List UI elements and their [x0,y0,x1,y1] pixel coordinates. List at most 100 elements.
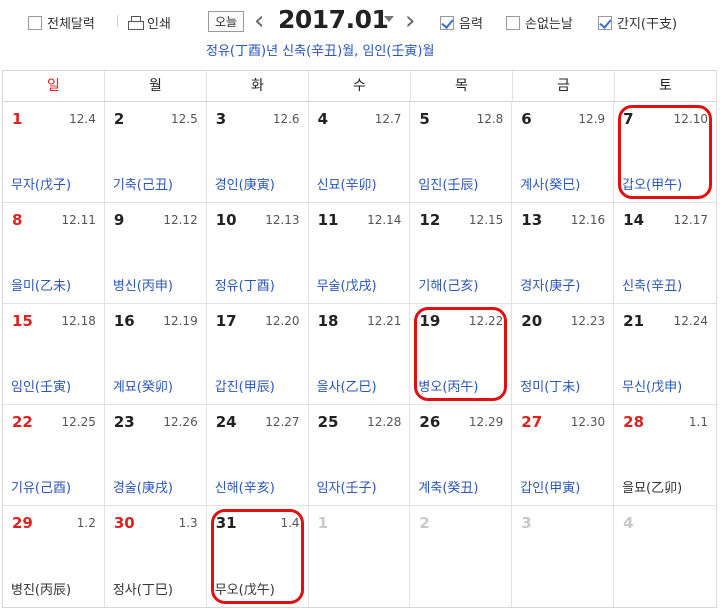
day-cell[interactable]: 22 12.25 기유(己酉) [3,405,105,506]
weekday-header: 일 월 화 수 목 금 토 [3,71,716,102]
full-month-checkbox[interactable] [28,15,42,30]
day-cell[interactable]: 4 12.7 신묘(辛卯) [308,102,411,203]
day-cell[interactable]: 5 12.8 임진(壬辰) [410,102,513,203]
today-button[interactable]: 오늘 [208,11,244,32]
day-number: 13 [521,211,543,229]
day-cell[interactable]: 2 12.5 기축(己丑) [104,102,207,203]
day-cell[interactable]: 3 [512,506,615,607]
day-number: 24 [215,413,237,431]
lunar-date: 12.17 [673,213,708,227]
day-ganzhi: 신해(辛亥) [214,481,275,496]
day-number: 3 [215,110,227,128]
day-ganzhi: 무신(戊申) [622,380,683,395]
day-ganzhi: 무자(戊子) [11,178,72,193]
day-number: 31 [215,514,237,532]
lunar-date: 12.29 [468,415,504,429]
day-cell[interactable]: 12 12.15 기해(己亥) [410,203,513,304]
day-ganzhi: 갑오(甲午) [622,178,683,193]
day-number: 6 [521,110,532,128]
day-ganzhi: 경술(庚戌) [112,481,173,496]
day-cell[interactable]: 13 12.16 경자(庚子) [512,203,615,304]
no-bad-day-checkbox[interactable] [506,15,520,30]
day-cell[interactable]: 21 12.24 무신(戊申) [614,304,716,405]
day-ganzhi: 임인(壬寅) [11,380,72,395]
full-month-label: 전체달력 [47,17,95,32]
ganzhi-checkbox[interactable] [598,15,612,30]
day-cell[interactable]: 16 12.19 계묘(癸卯) [104,304,207,405]
lunar-date: 1.4 [280,516,300,530]
day-ganzhi: 경인(庚寅) [214,178,275,193]
day-cell[interactable]: 26 12.29 계축(癸丑) [410,405,513,506]
calendar-toolbar: 전체달력 인쇄 오늘 ‹ 2017.01 › 음력 손없는날 간지(干支) 정유… [0,0,720,70]
day-cell[interactable]: 1 12.4 무자(戊子) [3,102,105,203]
day-cell[interactable]: 14 12.17 신축(辛丑) [614,203,716,304]
lunar-date: 12.16 [570,213,606,227]
day-ganzhi: 기해(己亥) [418,279,479,294]
day-cell[interactable]: 27 12.30 갑인(甲寅) [512,405,615,506]
prev-month-button[interactable]: ‹ [254,6,264,36]
day-cell[interactable]: 24 12.27 신해(辛亥) [206,405,309,506]
lunar-date: 12.26 [163,415,198,429]
day-cell[interactable]: 8 12.11 을미(乙未) [3,203,105,304]
weekday-tuesday: 화 [207,71,309,101]
print-button[interactable]: 인쇄 [128,13,171,32]
day-cell[interactable]: 2 [410,506,513,607]
day-cell[interactable]: 9 12.12 병신(丙申) [104,203,207,304]
day-cell[interactable]: 30 1.3 정사(丁巳) [105,506,207,607]
lunar-date: 12.8 [476,112,504,126]
day-ganzhi: 신묘(辛卯) [316,178,377,193]
day-number: 11 [317,211,339,229]
day-cell[interactable]: 19 12.22 병오(丙午) [410,304,513,405]
day-number: 4 [623,514,634,532]
day-ganzhi: 을묘(乙卯) [622,481,683,496]
lunar-date: 12.11 [61,213,96,227]
day-ganzhi: 을사(乙巳) [316,380,377,395]
day-ganzhi: 계축(癸丑) [418,481,479,496]
day-cell[interactable]: 10 12.13 정유(丁酉) [206,203,309,304]
day-number: 28 [623,413,645,431]
print-label: 인쇄 [147,17,171,32]
day-cell[interactable]: 23 12.26 경술(庚戌) [104,405,207,506]
no-bad-day-toggle[interactable]: 손없는날 [506,13,573,32]
day-cell[interactable]: 7 12.10 갑오(甲午) [614,102,716,203]
ganzhi-toggle[interactable]: 간지(干支) [598,13,677,32]
lunar-date: 12.7 [374,112,402,126]
day-cell[interactable]: 20 12.23 정미(丁未) [512,304,615,405]
printer-icon [128,16,144,30]
day-cell[interactable]: 1 [309,506,411,607]
day-cell[interactable]: 29 1.2 병진(丙辰) [3,506,105,607]
next-month-button[interactable]: › [405,6,415,36]
day-cell[interactable]: 3 12.6 경인(庚寅) [206,102,309,203]
day-cell[interactable]: 4 [614,506,716,607]
day-ganzhi: 병오(丙午) [418,380,479,395]
day-cell[interactable]: 11 12.14 무술(戊戌) [308,203,411,304]
day-number: 18 [317,312,339,330]
lunar-label: 음력 [459,17,483,32]
day-cell[interactable]: 25 12.28 임자(壬子) [308,405,411,506]
toolbar-divider [117,15,118,27]
day-cell[interactable]: 17 12.20 갑진(甲辰) [206,304,309,405]
day-cell[interactable]: 28 1.1 을묘(乙卯) [614,405,716,506]
lunar-checkbox[interactable] [440,15,454,30]
lunar-date: 12.30 [570,415,606,429]
day-number: 2 [419,514,430,532]
lunar-date: 1.2 [76,516,96,530]
calendar-grid: 일 월 화 수 목 금 토 1 12.4 무자(戊子) 2 12.5 기축(己丑) 3 12.… [2,70,717,608]
lunar-date: 12.13 [265,213,300,227]
day-number: 20 [521,312,543,330]
day-ganzhi: 신축(辛丑) [622,279,683,294]
month-title[interactable]: 2017.01 [278,4,389,36]
day-cell[interactable]: 18 12.21 을사(乙巳) [308,304,411,405]
chevron-down-icon[interactable] [384,16,394,22]
lunar-date: 12.14 [367,213,402,227]
lunar-date: 12.6 [272,112,300,126]
day-ganzhi: 정미(丁未) [520,380,581,395]
day-ganzhi: 계묘(癸卯) [112,380,173,395]
full-month-toggle[interactable]: 전체달력 [28,13,95,32]
day-cell[interactable]: 31 1.4 무오(戊午) [207,506,309,607]
lunar-date: 12.15 [468,213,504,227]
lunar-toggle[interactable]: 음력 [440,13,483,32]
day-ganzhi: 갑진(甲辰) [214,380,275,395]
day-cell[interactable]: 15 12.18 임인(壬寅) [3,304,105,405]
day-cell[interactable]: 6 12.9 계사(癸巳) [512,102,615,203]
